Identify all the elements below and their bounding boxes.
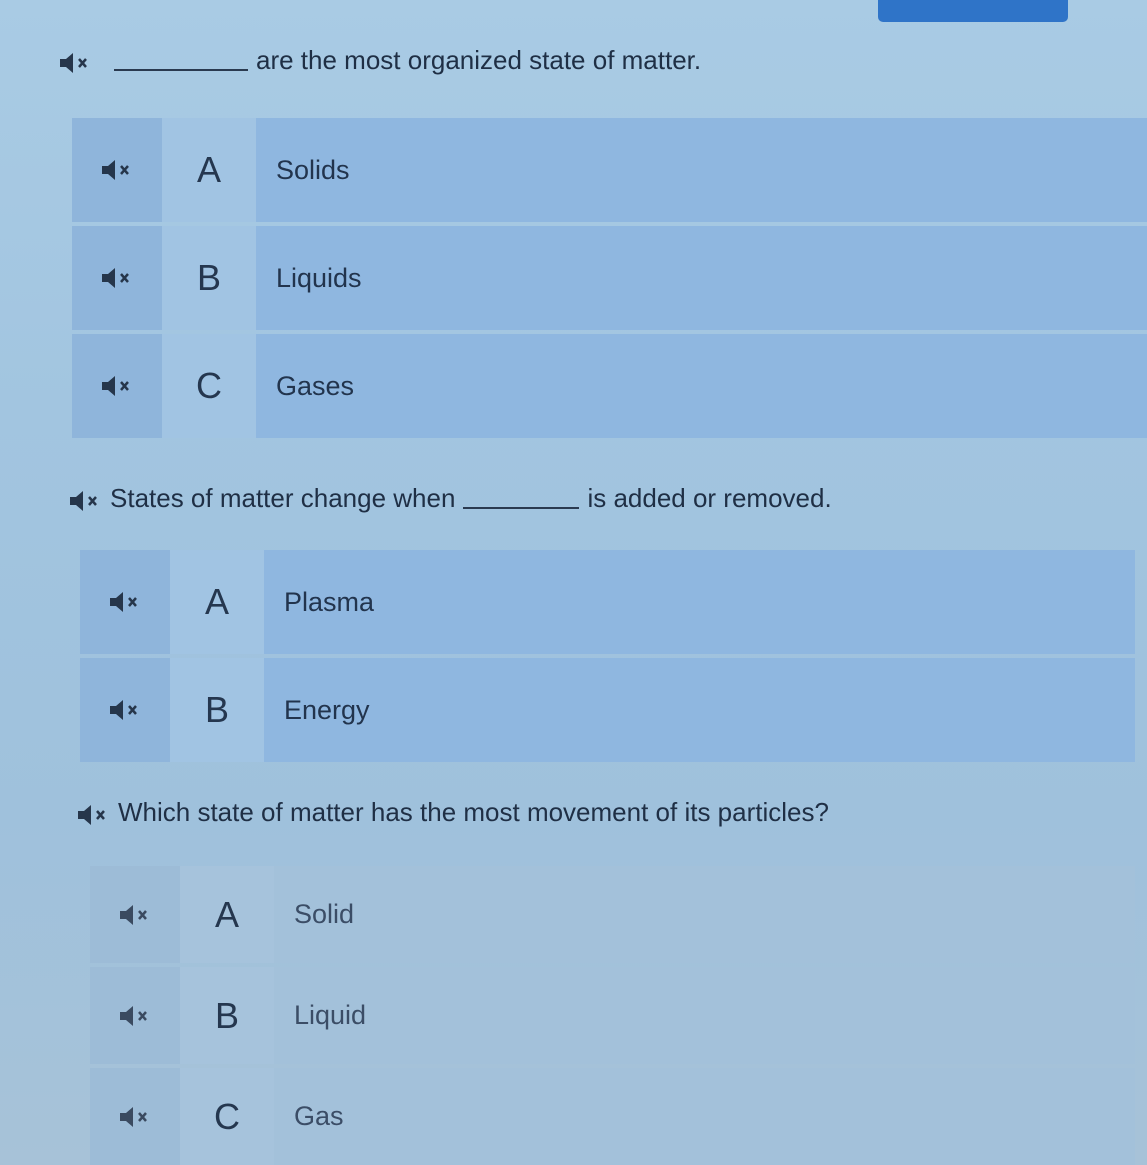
answer-option-c[interactable]: C Gases	[72, 334, 1147, 438]
answer-letter: B	[180, 967, 274, 1064]
question-text: States of matter change when	[110, 483, 456, 513]
answer-blank	[463, 483, 580, 509]
answer-option-a[interactable]: A Plasma	[80, 550, 1135, 654]
speaker-muted-icon[interactable]	[80, 550, 170, 654]
question-1: are the most organized state of matter.	[58, 44, 701, 76]
answer-text: Solids	[256, 118, 1147, 222]
answer-letter: A	[170, 550, 264, 654]
answer-letter: A	[162, 118, 256, 222]
speaker-muted-icon[interactable]	[72, 334, 162, 438]
answer-option-b[interactable]: B Energy	[80, 658, 1135, 762]
answer-text: Plasma	[264, 550, 1135, 654]
speaker-muted-icon[interactable]	[72, 226, 162, 330]
answer-letter: B	[162, 226, 256, 330]
answer-text: Gases	[256, 334, 1147, 438]
speaker-muted-icon[interactable]	[58, 50, 92, 76]
speaker-muted-icon[interactable]	[68, 488, 102, 514]
answer-letter: C	[162, 334, 256, 438]
answer-text: Gas	[274, 1068, 1135, 1165]
answer-text: Liquids	[256, 226, 1147, 330]
answer-text: Energy	[264, 658, 1135, 762]
answer-option-b[interactable]: B Liquids	[72, 226, 1147, 330]
answer-letter: A	[180, 866, 274, 963]
question-3: Which state of matter has the most movem…	[76, 796, 829, 828]
question-text: Which state of matter has the most movem…	[118, 797, 829, 827]
answer-letter: C	[180, 1068, 274, 1165]
answer-blank	[114, 45, 248, 71]
top-action-button[interactable]	[878, 0, 1068, 22]
answer-text: Solid	[274, 866, 1135, 963]
answer-letter: B	[170, 658, 264, 762]
answer-list-2: A Plasma B Energy	[80, 550, 1135, 762]
answer-option-c[interactable]: C Gas	[90, 1068, 1135, 1165]
answer-option-a[interactable]: A Solids	[72, 118, 1147, 222]
answer-option-b[interactable]: B Liquid	[90, 967, 1135, 1064]
speaker-muted-icon[interactable]	[80, 658, 170, 762]
speaker-muted-icon[interactable]	[90, 866, 180, 963]
speaker-muted-icon[interactable]	[90, 967, 180, 1064]
answer-list-1: A Solids B Liquids C Gases	[72, 118, 1147, 438]
answer-option-a[interactable]: A Solid	[90, 866, 1135, 963]
answer-text: Liquid	[274, 967, 1135, 1064]
speaker-muted-icon[interactable]	[90, 1068, 180, 1165]
answer-list-3: A Solid B Liquid C Gas	[90, 866, 1135, 1165]
question-text: is added or removed.	[587, 483, 832, 513]
speaker-muted-icon[interactable]	[76, 802, 110, 828]
question-text: are the most organized state of matter.	[256, 45, 702, 75]
speaker-muted-icon[interactable]	[72, 118, 162, 222]
question-2: States of matter change when is added or…	[68, 482, 832, 514]
